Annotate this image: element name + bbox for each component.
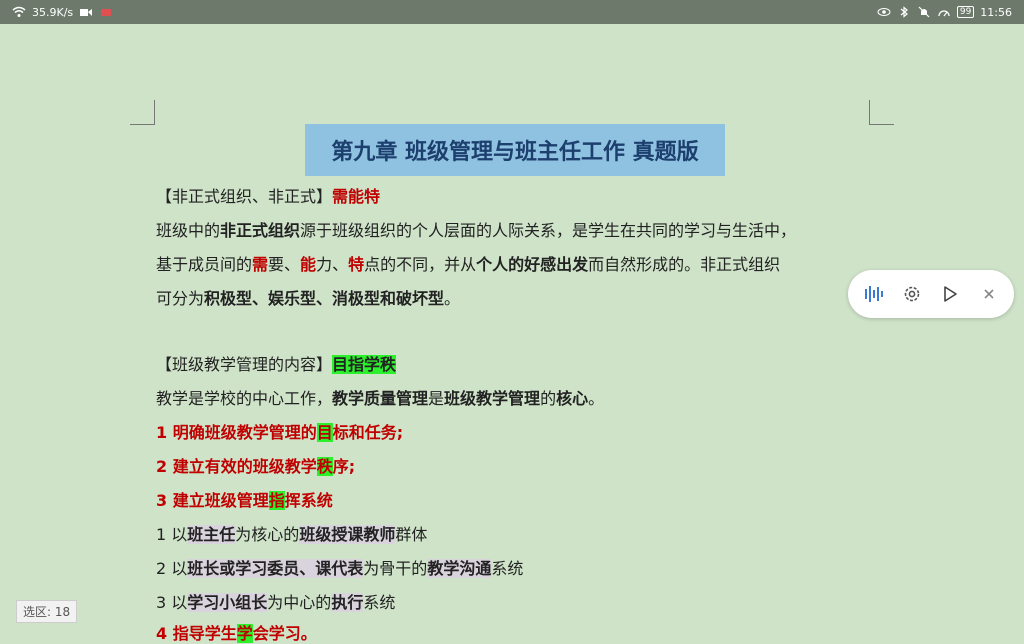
text-run: 要、: [268, 255, 301, 274]
highlighted-char: 目: [316, 423, 333, 442]
sub-list-item: 2 以班长或学习委员、课代表为骨干的教学沟通系统: [156, 555, 523, 579]
text-run: 的: [540, 389, 557, 408]
text-run: 3 以: [156, 593, 188, 612]
text-run: 为骨干的: [363, 559, 428, 578]
speedometer-icon: [938, 10, 950, 17]
page-corner-mark-left: [130, 100, 155, 125]
paragraph-line: 可分为积极型、娱乐型、消极型和破坏型。: [156, 285, 460, 309]
text-run: 可分为: [156, 289, 205, 308]
text-run: 标和任务;: [332, 423, 404, 442]
network-speed: 35.9K/s: [32, 5, 74, 19]
text-run: 2 以: [156, 559, 188, 578]
bold-term: 非正式组织: [220, 221, 301, 240]
bold-term: 执行: [331, 593, 364, 612]
bold-term: 班长或学习委员、课代表: [187, 559, 364, 578]
list-item: 4 指导学生学会学习。: [156, 620, 317, 644]
list-item: 2 建立有效的班级教学秩序;: [156, 453, 355, 477]
text-run: 点的不同，并从: [364, 255, 477, 274]
text-run: 教学是学校的中心工作，: [156, 389, 333, 408]
text-run: 系统: [491, 559, 524, 578]
text-run: 源于班级组织的个人层面的人际关系，是学生在共同的学习与生活中，: [300, 221, 797, 240]
selection-count-badge: 选区: 18: [16, 600, 78, 623]
status-bar: 35.9K/s 99 11:56: [0, 0, 1024, 24]
text-run: 挥系统: [284, 491, 333, 510]
list-item: 3 建立班级管理指挥系统: [156, 487, 333, 511]
red-keyword: 能: [300, 255, 317, 274]
text-run: 是: [428, 389, 445, 408]
notification-icon: [101, 9, 112, 16]
chapter-title: 第九章 班级管理与班主任工作 真题版: [305, 124, 725, 176]
text-run: 1 明确班级教学管理的: [156, 423, 317, 442]
text-run: 1 以: [156, 525, 188, 544]
bold-term: 班主任: [187, 525, 236, 544]
list-item: 1 明确班级教学管理的目标和任务;: [156, 419, 403, 443]
paragraph-line: 班级中的非正式组织源于班级组织的个人层面的人际关系，是学生在共同的学习与生活中，: [156, 217, 796, 241]
text-run: 而自然形成的。非正式组织: [588, 255, 781, 274]
bold-term: 教学沟通: [427, 559, 492, 578]
text-run: 为核心的: [235, 525, 300, 544]
bold-term: 学习小组长: [187, 593, 268, 612]
close-button[interactable]: [975, 280, 1003, 308]
section-heading-informal-organization: 【非正式组织、非正式】需能特: [156, 183, 380, 207]
highlighted-char: 学: [236, 624, 253, 643]
highlighted-char: 指: [268, 491, 285, 510]
sub-list-item: 3 以学习小组长为中心的执行系统: [156, 589, 395, 613]
mnemonic-key: 目指学秩: [332, 355, 397, 374]
close-icon: [984, 289, 994, 299]
bold-term: 个人的好感出发: [476, 255, 589, 274]
red-keyword: 需: [252, 255, 269, 274]
red-keyword: 特: [348, 255, 365, 274]
text-run: 系统: [363, 593, 396, 612]
read-aloud-toolbar: [848, 270, 1014, 318]
status-right: 99 11:56: [877, 6, 1012, 19]
section-heading-class-teaching-management: 【班级教学管理的内容】目指学秩: [156, 351, 397, 375]
text-run: 4 指导学生: [156, 624, 237, 643]
text-run: 。: [444, 289, 461, 308]
mnemonic-key: 需能特: [332, 187, 381, 206]
status-left: 35.9K/s: [12, 6, 113, 19]
paragraph-line: 教学是学校的中心工作，教学质量管理是班级教学管理的核心。: [156, 385, 604, 409]
mute-bell-icon: [918, 6, 930, 18]
text-run: 基于成员间的: [156, 255, 253, 274]
section-heading-text: 【班级教学管理的内容】: [156, 355, 333, 374]
eye-icon: [877, 8, 891, 16]
bold-term: 教学质量管理: [332, 389, 429, 408]
bold-term: 班级授课教师: [299, 525, 396, 544]
text-run: 群体: [395, 525, 428, 544]
video-icon: [80, 9, 93, 16]
wifi-icon: [12, 6, 26, 17]
bold-term: 核心: [556, 389, 589, 408]
sub-list-item: 1 以班主任为核心的班级授课教师群体: [156, 521, 427, 545]
voice-wave-button[interactable]: [859, 280, 887, 308]
text-run: 为中心的: [267, 593, 332, 612]
text-run: 力、: [316, 255, 349, 274]
text-run: 序;: [332, 457, 356, 476]
text-run: 3 建立班级管理: [156, 491, 269, 510]
voice-wave-icon: [865, 286, 884, 302]
settings-button[interactable]: [898, 280, 926, 308]
play-button[interactable]: [936, 280, 964, 308]
section-heading-text: 【非正式组织、非正式】: [156, 187, 333, 206]
text-run: 班级中的: [156, 221, 221, 240]
play-icon: [944, 286, 958, 302]
highlighted-char: 秩: [316, 457, 333, 476]
bold-term: 班级教学管理: [444, 389, 541, 408]
text-run: 2 建立有效的班级教学: [156, 457, 317, 476]
text-run: 会学习。: [252, 624, 317, 643]
text-run: 。: [588, 389, 605, 408]
bold-term: 积极型、娱乐型、消极型和破坏型: [204, 289, 445, 308]
battery-indicator: 99: [956, 6, 975, 18]
bluetooth-icon: [900, 6, 908, 18]
page-corner-mark-right: [869, 100, 894, 125]
gear-icon: [904, 286, 920, 302]
clock: 11:56: [980, 5, 1012, 19]
paragraph-line: 基于成员间的需要、能力、特点的不同，并从个人的好感出发而自然形成的。非正式组织: [156, 251, 780, 275]
